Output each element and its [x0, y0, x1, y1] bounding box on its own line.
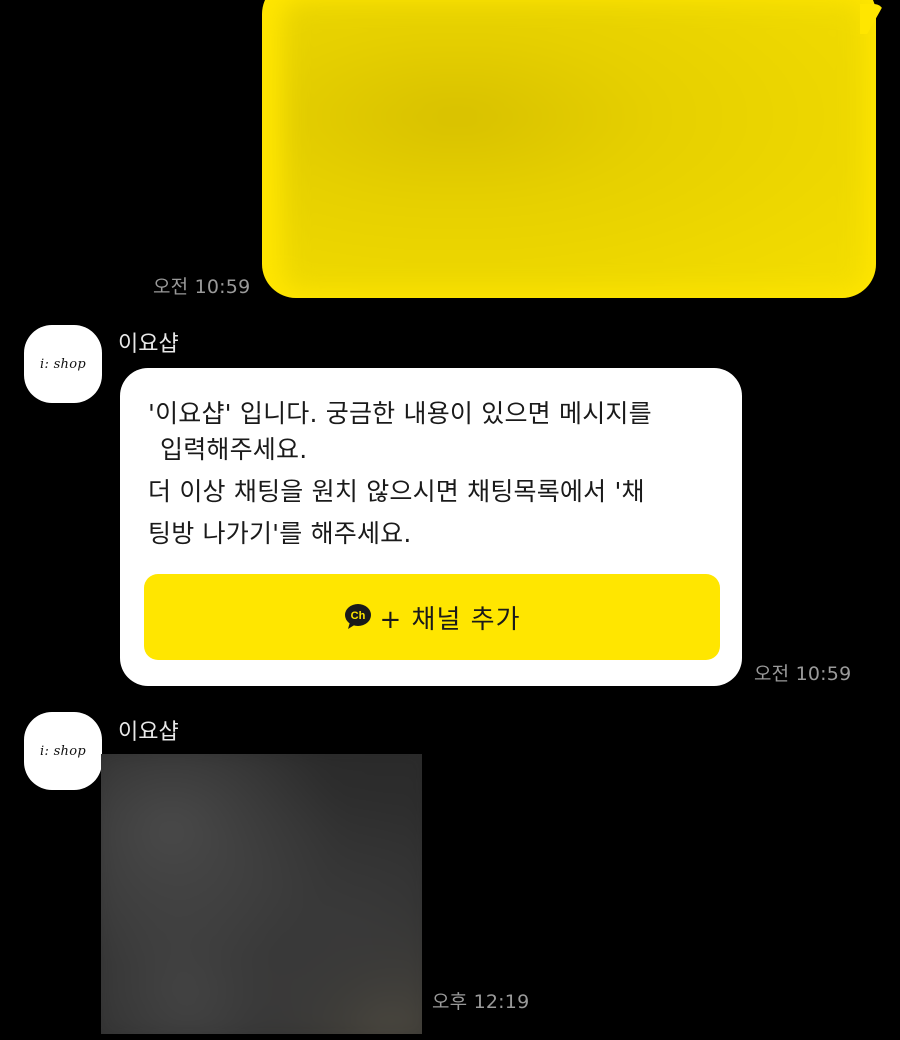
image-attachment[interactable]	[101, 754, 422, 1034]
sender-name: 이요샵	[118, 332, 179, 357]
incoming-message-bubble[interactable]: '이요샵' 입니다. 궁금한 내용이 있으면 메시지를 입력해주세요. 더 이상…	[120, 368, 742, 686]
blurred-message-content	[282, 0, 866, 292]
message-text-line: 더 이상 채팅을 원치 않으시면 채팅목록에서 '채	[148, 477, 645, 506]
message-text-line: 팅방 나가기'를 해주세요.	[148, 519, 412, 548]
message-text-line: 입력해주세요.	[160, 435, 308, 464]
channel-chat-icon: Ch	[344, 603, 374, 631]
add-channel-button[interactable]: Ch + 채널 추가	[144, 574, 720, 660]
sender-name: 이요샵	[118, 720, 179, 745]
avatar-logo-text: i: shop	[40, 743, 86, 759]
message-timestamp: 오전 10:59	[153, 276, 251, 298]
outgoing-message-bubble[interactable]	[262, 0, 876, 298]
sender-avatar[interactable]: i: shop	[24, 712, 102, 790]
svg-text:Ch: Ch	[350, 610, 365, 622]
message-timestamp: 오후 12:19	[432, 991, 530, 1013]
blurred-image-content	[101, 754, 422, 1034]
add-channel-label: + 채널 추가	[379, 604, 521, 635]
avatar-logo-text: i: shop	[40, 356, 86, 372]
chat-room: 오전 10:59 i: shop 이요샵 '이요샵' 입니다. 궁금한 내용이 …	[0, 0, 900, 1040]
sender-avatar[interactable]: i: shop	[24, 325, 102, 403]
message-text-line: '이요샵' 입니다. 궁금한 내용이 있으면 메시지를	[148, 399, 652, 428]
message-timestamp: 오전 10:59	[754, 663, 852, 685]
